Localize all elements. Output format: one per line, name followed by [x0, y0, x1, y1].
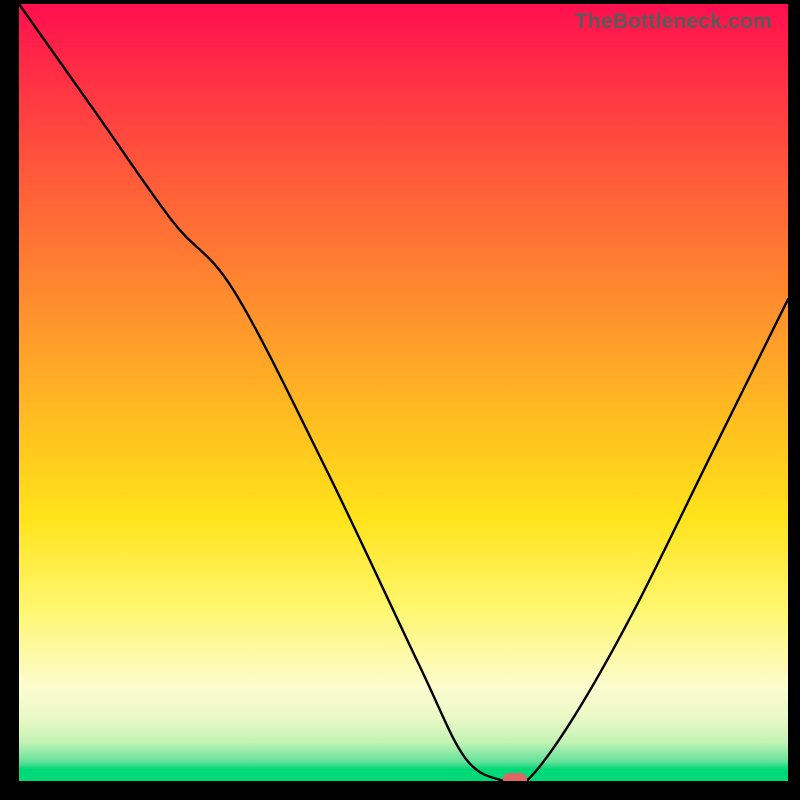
bottleneck-curve: [19, 4, 788, 781]
optimal-marker: [503, 773, 527, 781]
chart-frame: TheBottleneck.com: [0, 0, 800, 800]
plot-area: TheBottleneck.com: [19, 4, 788, 781]
